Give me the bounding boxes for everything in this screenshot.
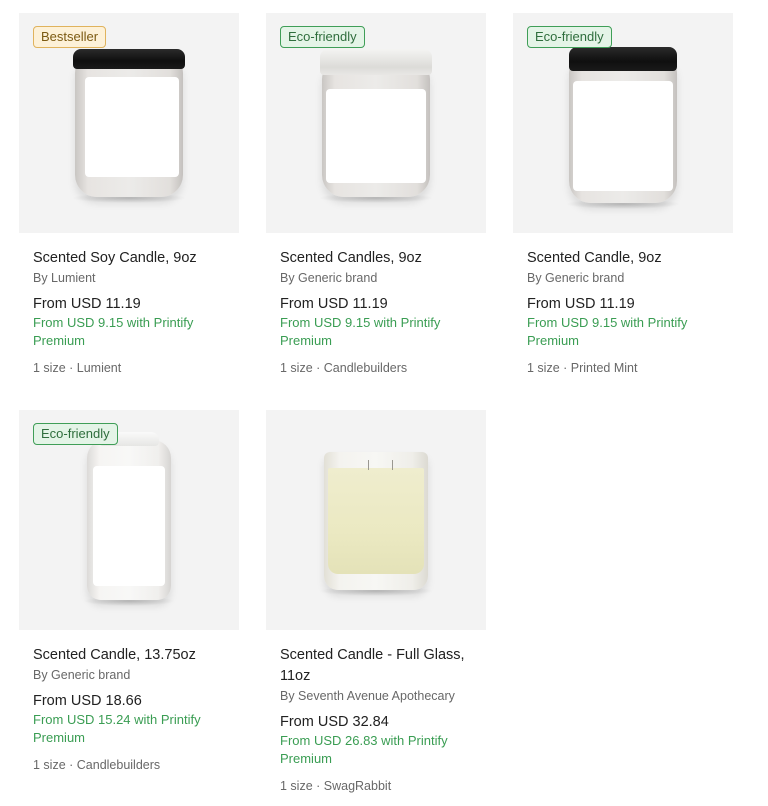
product-card[interactable]: Eco-friendly Scented Candle, 9oz By Gene… — [513, 13, 733, 377]
eco-friendly-badge: Eco-friendly — [280, 26, 365, 48]
product-price: From USD 18.66 — [33, 693, 142, 709]
product-meta: 1 size · Printed Mint — [527, 361, 638, 375]
product-brand: By Lumient — [33, 271, 96, 285]
product-meta: 1 size · Candlebuilders — [33, 758, 161, 772]
product-price: From USD 32.84 — [280, 714, 389, 730]
product-card[interactable]: Eco-friendly Scented Candles, 9oz By Gen… — [266, 13, 486, 377]
product-meta: 1 size · Lumient — [33, 361, 122, 375]
product-price: From USD 11.19 — [33, 296, 141, 312]
product-title[interactable]: Scented Candle, 9oz — [527, 248, 719, 269]
product-title[interactable]: Scented Candles, 9oz — [280, 248, 472, 269]
product-title[interactable]: Scented Candle - Full Glass, 11oz — [280, 645, 472, 687]
product-card[interactable]: Bestseller Scented Soy Candle, 9oz By Lu… — [19, 13, 239, 377]
product-image[interactable]: Eco-friendly — [266, 13, 486, 233]
product-brand: By Seventh Avenue Apothecary — [280, 689, 455, 703]
product-card[interactable]: Scented Candle - Full Glass, 11oz By Sev… — [266, 410, 486, 795]
eco-friendly-badge: Eco-friendly — [33, 423, 118, 445]
product-brand: By Generic brand — [33, 668, 131, 682]
product-price: From USD 11.19 — [280, 296, 388, 312]
eco-friendly-badge: Eco-friendly — [527, 26, 612, 48]
bestseller-badge: Bestseller — [33, 26, 107, 48]
premium-price: From USD 26.83 with Printify Premium — [280, 733, 448, 766]
product-price: From USD 11.19 — [527, 296, 635, 312]
product-title[interactable]: Scented Candle, 13.75oz — [33, 645, 225, 666]
product-title[interactable]: Scented Soy Candle, 9oz — [33, 248, 225, 269]
premium-price: From USD 15.24 with Printify Premium — [33, 712, 201, 745]
product-image[interactable]: Eco-friendly — [513, 13, 733, 233]
candle-glass-image — [266, 410, 486, 630]
product-image[interactable]: Eco-friendly — [19, 410, 239, 630]
product-image[interactable]: Bestseller — [19, 13, 239, 233]
premium-price: From USD 9.15 with Printify Premium — [33, 315, 194, 348]
product-image[interactable] — [266, 410, 486, 630]
product-brand: By Generic brand — [280, 271, 378, 285]
premium-price: From USD 9.15 with Printify Premium — [527, 315, 688, 348]
product-meta: 1 size · SwagRabbit — [280, 779, 392, 793]
product-brand: By Generic brand — [527, 271, 625, 285]
product-card[interactable]: Eco-friendly Scented Candle, 13.75oz By … — [19, 410, 239, 774]
premium-price: From USD 9.15 with Printify Premium — [280, 315, 441, 348]
product-meta: 1 size · Candlebuilders — [280, 361, 408, 375]
